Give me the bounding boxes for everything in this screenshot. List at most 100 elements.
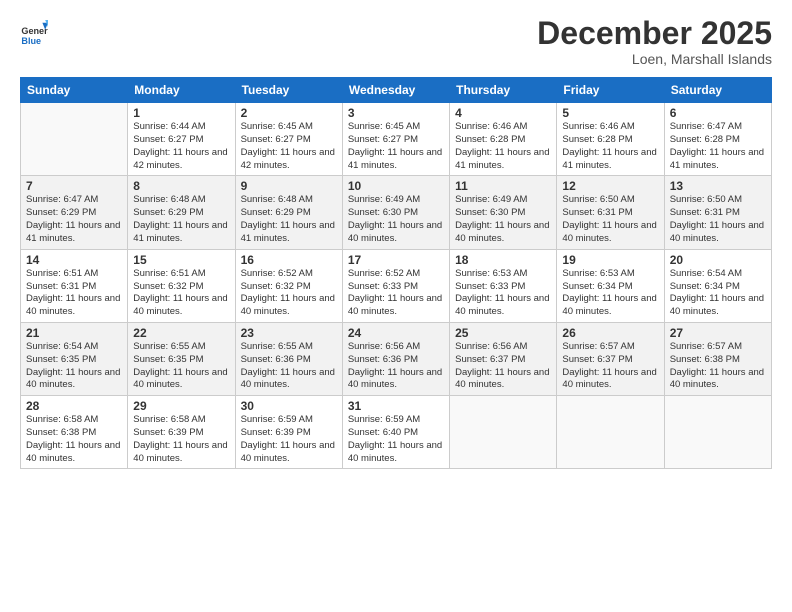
day-number: 31 (348, 399, 444, 413)
sunrise: Sunrise: 6:48 AM (241, 194, 313, 205)
day-info: Sunrise: 6:54 AM Sunset: 6:35 PM Daylight:… (26, 341, 122, 392)
day-number: 24 (348, 326, 444, 340)
sunrise: Sunrise: 6:53 AM (562, 268, 634, 279)
sunset: Sunset: 6:39 PM (133, 427, 203, 438)
day-number: 8 (133, 179, 229, 193)
daylight: Daylight: 11 hours and 40 minutes. (670, 367, 764, 391)
header-saturday: Saturday (664, 78, 771, 103)
calendar-day-cell: 20Sunrise: 6:54 AMSunset: 6:34 PMDayligh… (664, 249, 771, 322)
day-info: Sunrise: 6:47 AM Sunset: 6:29 PM Daylight:… (26, 194, 122, 245)
daylight: Daylight: 11 hours and 41 minutes. (670, 147, 764, 171)
day-info: Sunrise: 6:44 AMSunset: 6:27 PMDaylight:… (133, 121, 229, 172)
sunset: Sunset: 6:28 PM (455, 134, 525, 145)
calendar-day-cell: 28Sunrise: 6:58 AMSunset: 6:38 PMDayligh… (21, 396, 128, 469)
daylight: Daylight: 11 hours and 40 minutes. (670, 293, 764, 317)
svg-text:Blue: Blue (21, 36, 41, 46)
daylight: Daylight: 11 hours and 41 minutes. (133, 220, 227, 244)
daylight: Daylight: 11 hours and 40 minutes. (670, 220, 764, 244)
sunset: Sunset: 6:30 PM (348, 207, 418, 218)
day-info: Sunrise: 6:58 AMSunset: 6:38 PMDaylight:… (26, 414, 122, 465)
header-wednesday: Wednesday (342, 78, 449, 103)
sunrise: Sunrise: 6:59 AM (241, 414, 313, 425)
sunrise: Sunrise: 6:47 AM (26, 194, 98, 205)
sunset: Sunset: 6:28 PM (562, 134, 632, 145)
daylight: Daylight: 11 hours and 42 minutes. (133, 147, 227, 171)
day-number: 1 (133, 106, 229, 120)
calendar-week-row: 1Sunrise: 6:44 AMSunset: 6:27 PMDaylight… (21, 103, 772, 176)
day-info: Sunrise: 6:53 AM Sunset: 6:34 PMDaylight:… (562, 268, 658, 319)
day-number: 12 (562, 179, 658, 193)
sunrise: Sunrise: 6:54 AM (26, 341, 98, 352)
calendar-day-cell: 21Sunrise: 6:54 AM Sunset: 6:35 PM Dayligh… (21, 322, 128, 395)
sunset: Sunset: 6:29 PM (241, 207, 311, 218)
location: Loen, Marshall Islands (537, 51, 772, 67)
daylight: Daylight: 11 hours and 40 minutes. (562, 293, 656, 317)
calendar-table: Sunday Monday Tuesday Wednesday Thursday… (20, 77, 772, 469)
sunset: Sunset: 6:27 PM (133, 134, 203, 145)
calendar-day-cell: 14Sunrise: 6:51 AMSunset: 6:31 PMDayligh… (21, 249, 128, 322)
sunrise: Sunrise: 6:53 AM (455, 268, 527, 279)
daylight: Daylight: 11 hours and 41 minutes. (26, 220, 120, 244)
sunset: Sunset: 6:34 PM (562, 281, 632, 292)
day-number: 15 (133, 253, 229, 267)
sunset: Sunset: 6:27 PM (241, 134, 311, 145)
day-info: Sunrise: 6:57 AMSunset: 6:37 PMDaylight:… (562, 341, 658, 392)
sunrise: Sunrise: 6:55 AM (133, 341, 205, 352)
day-info: Sunrise: 6:52 AMSunset: 6:32 PMDaylight:… (241, 268, 337, 319)
calendar-day-cell: 22Sunrise: 6:55 AMSunset: 6:35 PMDayligh… (128, 322, 235, 395)
calendar-day-cell: 3Sunrise: 6:45 AMSunset: 6:27 PMDaylight… (342, 103, 449, 176)
sunrise: Sunrise: 6:50 AM (670, 194, 742, 205)
day-number: 10 (348, 179, 444, 193)
day-info: Sunrise: 6:47 AMSunset: 6:28 PMDaylight:… (670, 121, 766, 172)
day-number: 4 (455, 106, 551, 120)
daylight: Daylight: 11 hours and 41 minutes. (241, 220, 335, 244)
sunrise: Sunrise: 6:58 AM (26, 414, 98, 425)
sunset: Sunset: 6:29 PM (26, 207, 96, 218)
day-info: Sunrise: 6:59 AMSunset: 6:39 PMDaylight:… (241, 414, 337, 465)
day-info: Sunrise: 6:56 AMSunset: 6:36 PMDaylight:… (348, 341, 444, 392)
calendar-day-cell: 25Sunrise: 6:56 AMSunset: 6:37 PMDayligh… (450, 322, 557, 395)
day-number: 29 (133, 399, 229, 413)
day-info: Sunrise: 6:49 AM Sunset: 6:30 PM Daylight:… (348, 194, 444, 245)
day-info: Sunrise: 6:56 AMSunset: 6:37 PMDaylight:… (455, 341, 551, 392)
day-number: 22 (133, 326, 229, 340)
sunrise: Sunrise: 6:57 AM (562, 341, 634, 352)
month-title: December 2025 (537, 16, 772, 51)
day-number: 9 (241, 179, 337, 193)
daylight: Daylight: 11 hours and 40 minutes. (133, 367, 227, 391)
sunrise: Sunrise: 6:45 AM (241, 121, 313, 132)
sunset: Sunset: 6:32 PM (133, 281, 203, 292)
sunset: Sunset: 6:35 PM (26, 354, 96, 365)
calendar-day-cell: 10Sunrise: 6:49 AM Sunset: 6:30 PM Dayligh… (342, 176, 449, 249)
day-number: 23 (241, 326, 337, 340)
calendar-day-cell: 7Sunrise: 6:47 AMSunset: 6:29 PMDaylight… (21, 176, 128, 249)
sunrise: Sunrise: 6:52 AM (241, 268, 313, 279)
calendar-day-cell: 19Sunrise: 6:53 AMSunset: 6:34 PMDayligh… (557, 249, 664, 322)
daylight: Daylight: 11 hours and 40 minutes. (348, 220, 442, 244)
day-info: Sunrise: 6:46 AMSunset: 6:28 PMDaylight:… (562, 121, 658, 172)
daylight: Daylight: 11 hours and 40 minutes. (455, 293, 549, 317)
daylight: Daylight: 11 hours and 40 minutes. (26, 367, 120, 391)
sunrise: Sunrise: 6:57 AM (670, 341, 742, 352)
sunrise: Sunrise: 6:49 AM (348, 194, 420, 205)
calendar-day-cell: 6Sunrise: 6:47 AMSunset: 6:28 PMDaylight… (664, 103, 771, 176)
calendar-day-cell: 27Sunrise: 6:57 AMSunset: 6:38 PMDayligh… (664, 322, 771, 395)
sunset: Sunset: 6:37 PM (455, 354, 525, 365)
sunset: Sunset: 6:29 PM (133, 207, 203, 218)
sunset: Sunset: 6:31 PM (26, 281, 96, 292)
calendar-day-cell: 12Sunrise: 6:50 AMSunset: 6:31 PMDayligh… (557, 176, 664, 249)
day-number: 26 (562, 326, 658, 340)
day-info: Sunrise: 6:51 AMSunset: 6:32 PMDaylight:… (133, 268, 229, 319)
day-info: Sunrise: 6:46 AMSunset: 6:28 PMDaylight:… (455, 121, 551, 172)
calendar-day-cell: 23Sunrise: 6:55 AMSunset: 6:36 PMDayligh… (235, 322, 342, 395)
day-info: Sunrise: 6:52 AMSunset: 6:33 PMDaylight:… (348, 268, 444, 319)
day-number: 6 (670, 106, 766, 120)
day-number: 13 (670, 179, 766, 193)
daylight: Daylight: 11 hours and 40 minutes. (133, 440, 227, 464)
calendar-day-cell: 30Sunrise: 6:59 AMSunset: 6:39 PMDayligh… (235, 396, 342, 469)
sunrise: Sunrise: 6:49 AM (455, 194, 527, 205)
day-number: 11 (455, 179, 551, 193)
header-tuesday: Tuesday (235, 78, 342, 103)
day-number: 21 (26, 326, 122, 340)
day-info: Sunrise: 6:57 AMSunset: 6:38 PMDaylight:… (670, 341, 766, 392)
